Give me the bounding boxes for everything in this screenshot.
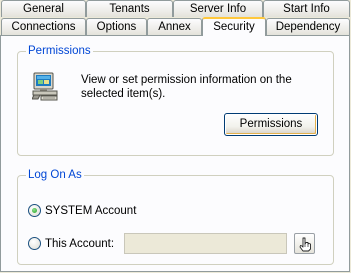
tab-options[interactable]: Options [86, 18, 147, 35]
tab-tenants[interactable]: Tenants [86, 0, 173, 17]
permissions-group-title: Permissions [26, 44, 93, 58]
tab-server-info[interactable]: Server Info [173, 0, 263, 17]
permissions-description: View or set permission information on th… [81, 74, 292, 100]
properties-window: General Tenants Server Info Start Info C… [0, 0, 351, 273]
this-account-label: This Account: [45, 238, 115, 250]
tab-annex[interactable]: Annex [147, 18, 202, 35]
system-account-label: SYSTEM Account [45, 205, 137, 217]
this-account-radio[interactable] [28, 237, 41, 250]
system-account-radio[interactable] [28, 204, 41, 217]
browse-account-button[interactable] [294, 233, 315, 254]
permissions-groupbox: Permissions View or set permission infor… [17, 44, 334, 156]
logon-groupbox: Log On As SYSTEM Account This Account: [17, 168, 334, 265]
computer-icon [31, 72, 60, 102]
logon-group-title: Log On As [26, 168, 84, 182]
permissions-button[interactable]: Permissions [224, 113, 318, 136]
tab-dependency[interactable]: Dependency [266, 18, 350, 35]
tab-row-back: General Tenants Server Info Start Info [0, 0, 351, 18]
tab-row-front: Connections Options Annex Security Depen… [0, 17, 351, 36]
tab-security[interactable]: Security [202, 17, 266, 36]
this-account-field[interactable] [124, 233, 287, 254]
tab-start-info[interactable]: Start Info [263, 0, 350, 17]
security-tab-panel: Permissions View or set permission infor… [0, 35, 350, 272]
tab-connections[interactable]: Connections [1, 18, 86, 35]
hand-pointer-icon [297, 236, 313, 252]
tab-general[interactable]: General [1, 0, 86, 17]
